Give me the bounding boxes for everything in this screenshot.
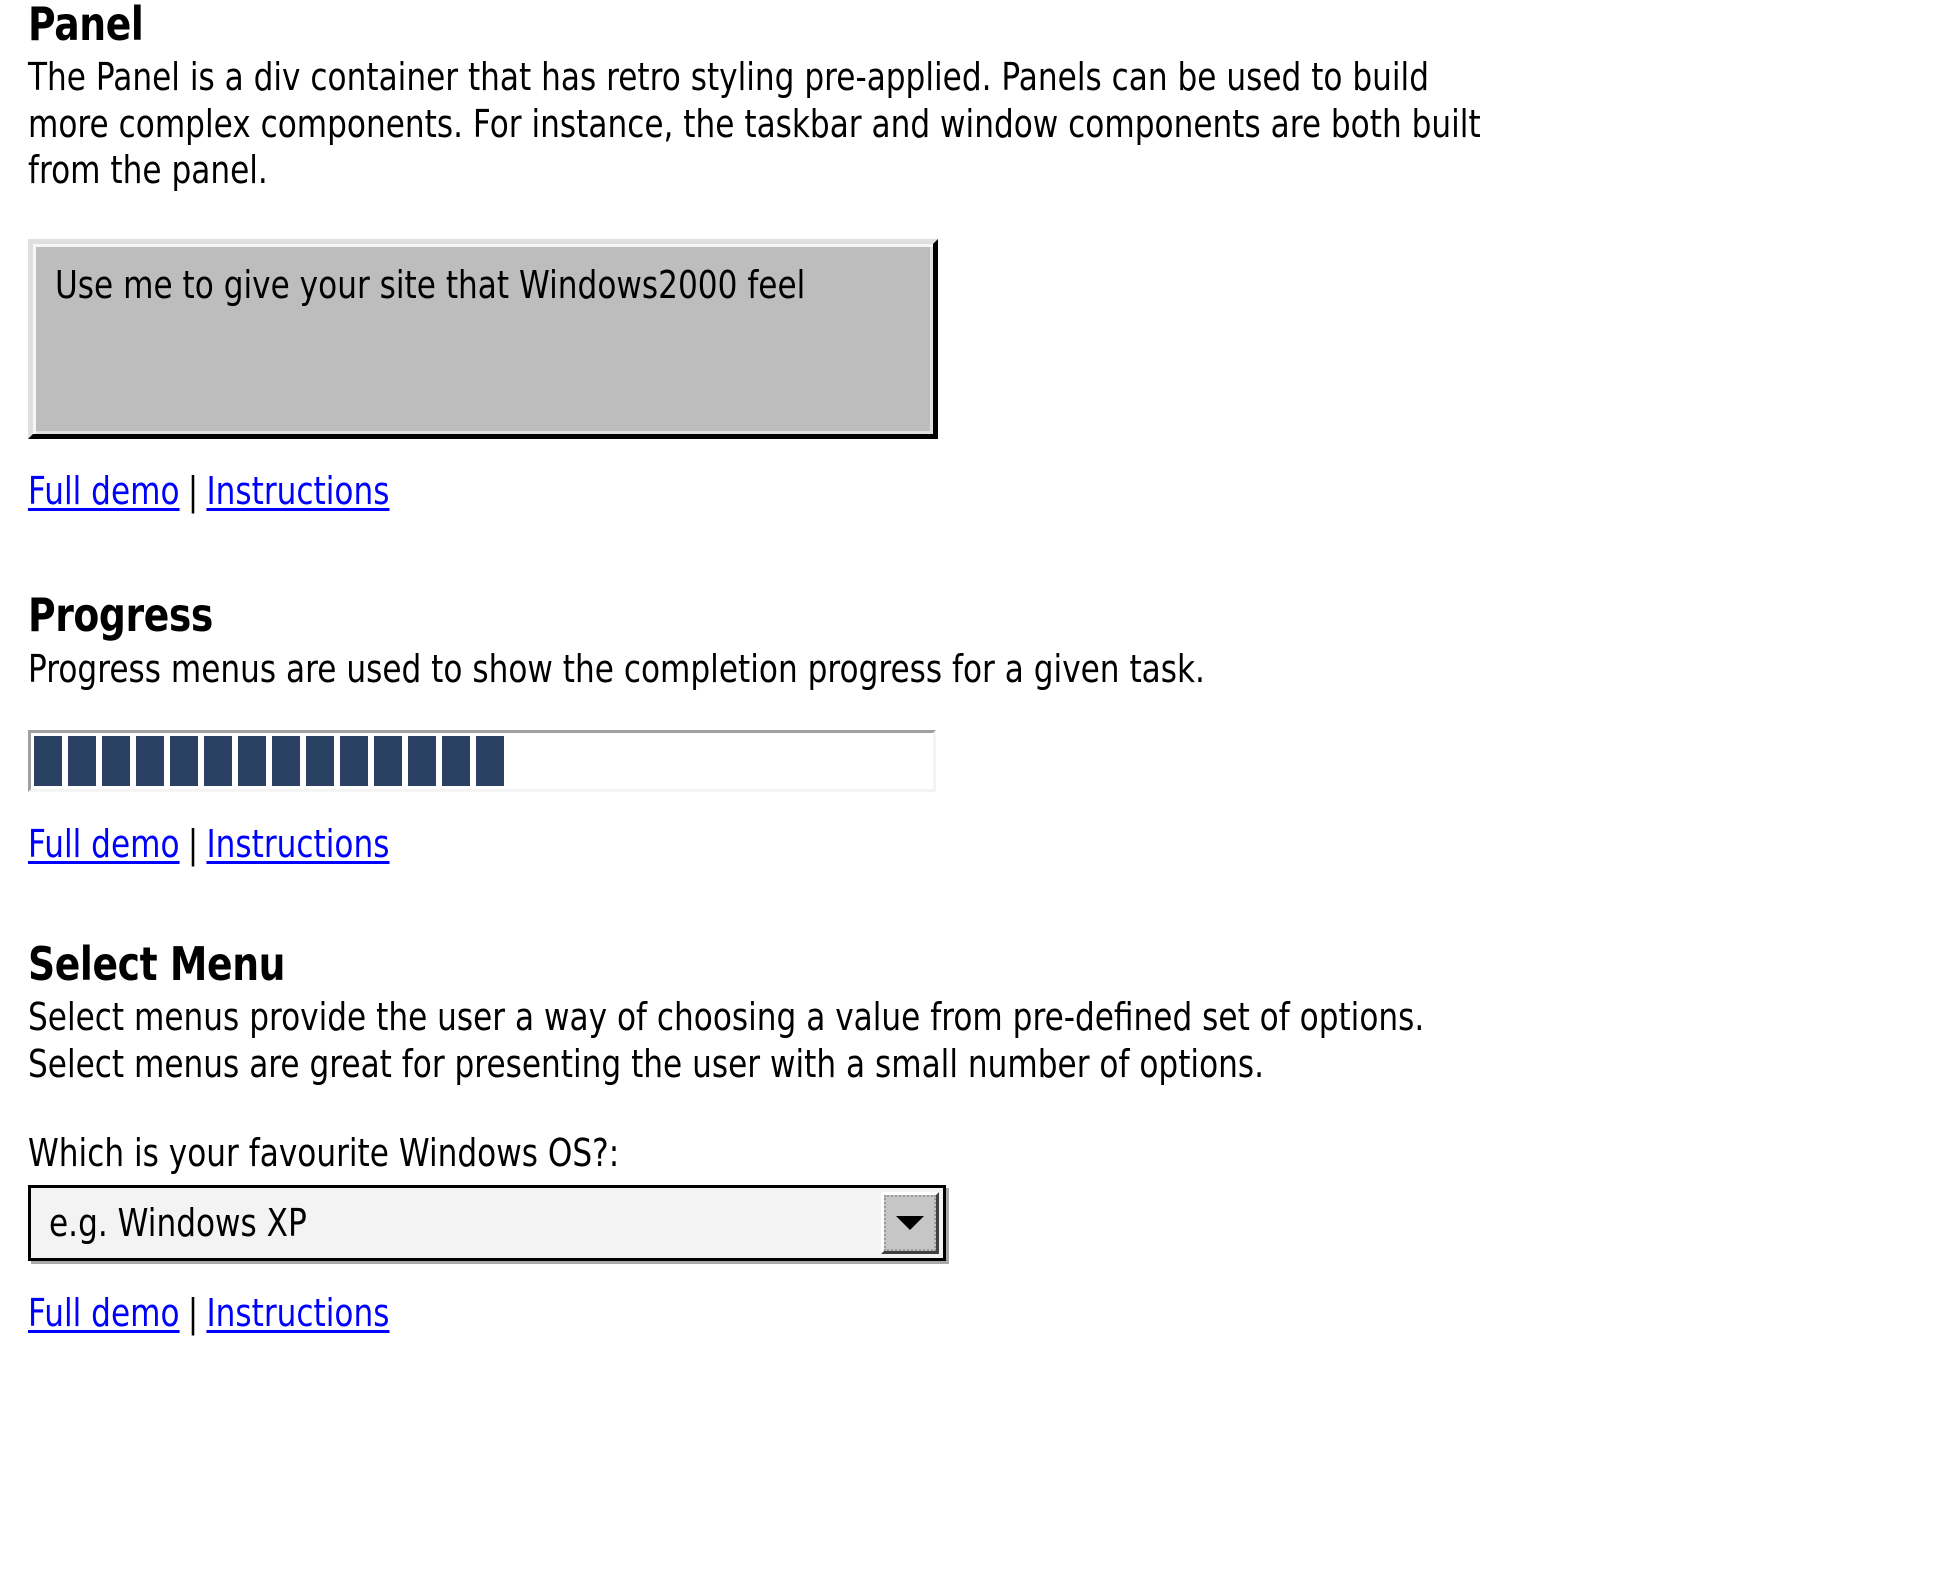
progress-block <box>136 736 164 787</box>
progress-bar-fill <box>34 736 930 787</box>
progress-demo-wrapper <box>28 730 1908 793</box>
page-title-progress: Progress <box>28 588 213 643</box>
os-select-menu[interactable]: e.g. Windows XP <box>28 1185 946 1262</box>
section-description-progress: Progress menus are used to show the comp… <box>28 646 1205 691</box>
progress-block <box>34 736 62 787</box>
panel-links-row: Full demo | Instructions <box>28 469 1909 513</box>
progress-block <box>340 736 368 787</box>
panel-body-text: Use me to give your site that Windows200… <box>55 263 806 308</box>
progress-instructions-link[interactable]: Instructions <box>206 822 389 866</box>
panel-instructions-link[interactable]: Instructions <box>206 469 389 513</box>
progress-block <box>238 736 266 787</box>
progress-block <box>476 736 504 787</box>
progress-block <box>170 736 198 787</box>
select-field-label: Which is your favourite Windows OS?: <box>28 1131 620 1176</box>
progress-block <box>306 736 334 787</box>
select-menu-instructions-link[interactable]: Instructions <box>206 1291 389 1335</box>
progress-block <box>408 736 436 787</box>
section-progress: Progress Progress menus are used to show… <box>28 591 1908 866</box>
progress-block <box>204 736 232 787</box>
select-demo-wrapper: e.g. Windows XP <box>28 1185 1908 1262</box>
progress-full-demo-link[interactable]: Full demo <box>28 822 180 866</box>
progress-block <box>68 736 96 787</box>
panel-demo-wrapper: Use me to give your site that Windows200… <box>28 239 1908 440</box>
chevron-down-icon[interactable] <box>881 1192 939 1255</box>
select-menu-links-row: Full demo | Instructions <box>28 1291 1909 1335</box>
progress-links-row: Full demo | Instructions <box>28 822 1909 866</box>
section-select-menu: Select Menu Select menus provide the use… <box>28 940 1908 1335</box>
section-panel: Panel The Panel is a div container that … <box>28 0 1908 513</box>
page-title-panel: Panel <box>28 0 144 51</box>
progress-bar <box>28 730 936 793</box>
section-description-panel: The Panel is a div container that has re… <box>28 55 1481 193</box>
components-page: Panel The Panel is a div container that … <box>0 0 1936 1335</box>
link-separator: | <box>187 1291 199 1336</box>
select-menu-full-demo-link[interactable]: Full demo <box>28 1291 180 1335</box>
section-description-select-menu: Select menus provide the user a way of c… <box>28 995 1425 1086</box>
select-selected-value: e.g. Windows XP <box>49 1201 307 1246</box>
link-separator: | <box>187 469 199 514</box>
panel-full-demo-link[interactable]: Full demo <box>28 469 180 513</box>
retro-panel: Use me to give your site that Windows200… <box>28 239 938 440</box>
progress-block <box>272 736 300 787</box>
page-title-select-menu: Select Menu <box>28 937 286 992</box>
progress-block <box>102 736 130 787</box>
link-separator: | <box>187 822 199 867</box>
progress-block <box>374 736 402 787</box>
progress-block <box>442 736 470 787</box>
